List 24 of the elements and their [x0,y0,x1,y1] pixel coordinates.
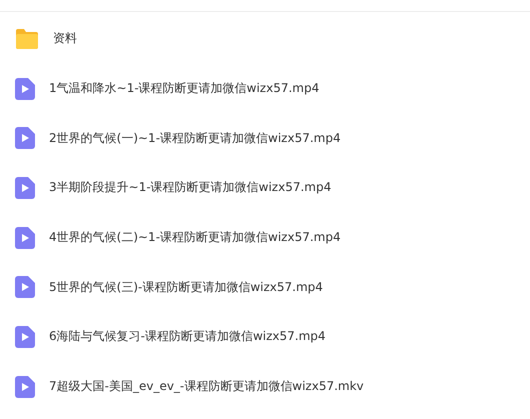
file-name: 7超级大国-美国_ev_ev_-课程防断更请加微信wizx57.mkv [49,378,364,396]
video-file-icon [15,78,35,100]
video-file-icon [15,176,35,199]
video-file-icon [15,376,35,398]
file-row[interactable]: 7超级大国-美国_ev_ev_-课程防断更请加微信wizx57.mkv [0,362,530,412]
video-file-icon [15,326,35,348]
file-row[interactable]: 4世界的气候(二)~1-课程防断更请加微信wizx57.mp4 [0,212,530,262]
file-name: 3半期阶段提升~1-课程防断更请加微信wizx57.mp4 [49,179,332,196]
file-name: 2世界的气候(一)~1-课程防断更请加微信wizx57.mp4 [49,130,341,147]
file-row[interactable]: 2世界的气候(一)~1-课程防断更请加微信wizx57.mp4 [0,113,530,164]
folder-icon [15,28,39,50]
file-row[interactable]: 1气温和降水~1-课程防断更请加微信wizx57.mp4 [0,64,530,114]
file-row[interactable]: 3半期阶段提升~1-课程防断更请加微信wizx57.mp4 [0,163,530,213]
video-file-icon [15,127,35,150]
file-name: 5世界的气候(三)-课程防断更请加微信wizx57.mp4 [49,278,323,296]
file-name: 4世界的气候(二)~1-课程防断更请加微信wizx57.mp4 [49,229,341,246]
file-name: 6海陆与气候复习-课程防断更请加微信wizx57.mp4 [49,328,326,346]
file-row[interactable]: 5世界的气候(三)-课程防断更请加微信wizx57.mp4 [0,262,530,312]
video-file-icon [15,276,35,298]
file-name: 资料 [53,30,77,48]
file-row[interactable]: 6海陆与气候复习-课程防断更请加微信wizx57.mp4 [0,312,530,362]
file-row[interactable]: 资料 [0,14,530,64]
file-name: 1气温和降水~1-课程防断更请加微信wizx57.mp4 [49,80,320,98]
video-file-icon [15,226,35,249]
